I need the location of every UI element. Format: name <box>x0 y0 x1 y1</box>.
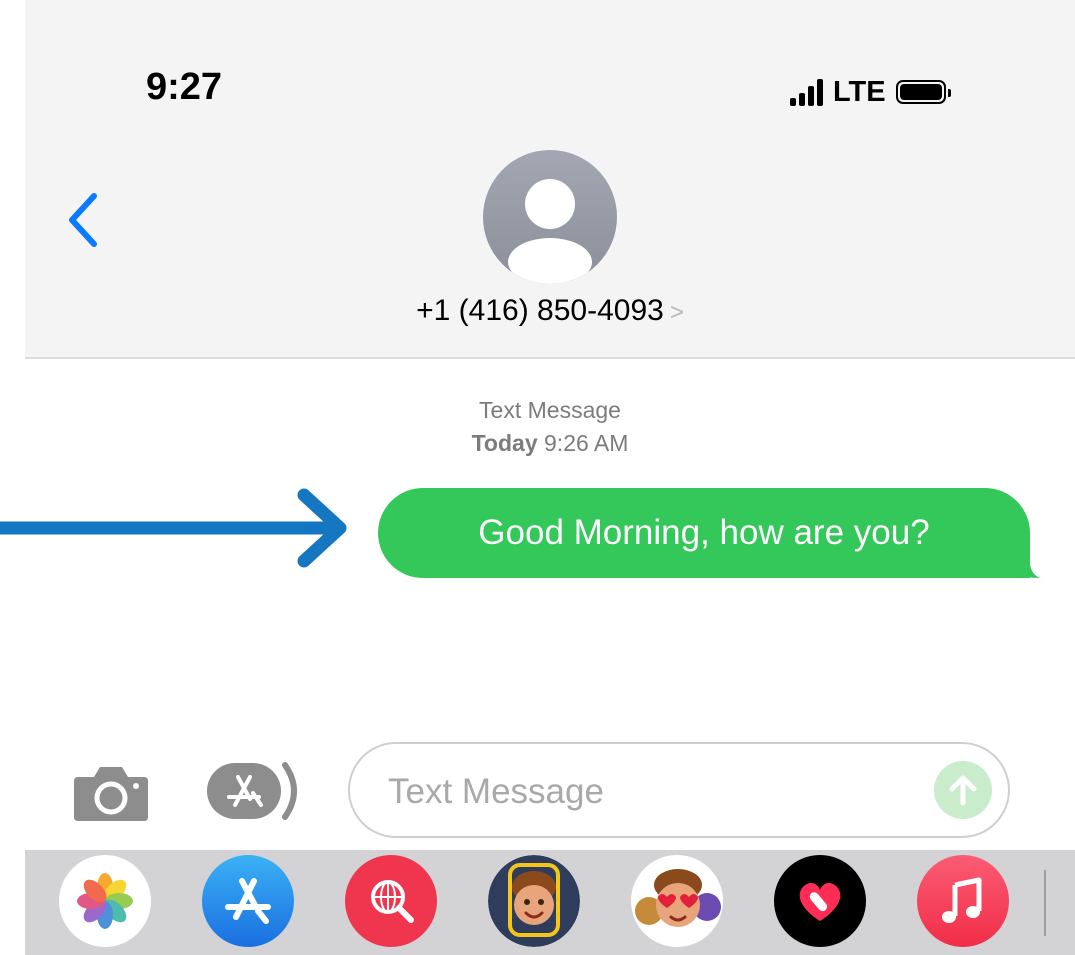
back-button[interactable] <box>64 190 104 250</box>
music-app-button[interactable] <box>917 855 1009 947</box>
message-text: Good Morning, how are you? <box>478 513 930 552</box>
timestamp-time: 9:26 AM <box>544 430 629 456</box>
app-drawer-divider <box>1044 870 1046 936</box>
battery-icon <box>895 80 951 104</box>
globe-search-icon <box>371 880 414 923</box>
heart-touch-icon <box>799 883 841 921</box>
signal-strength-icon <box>790 78 823 106</box>
message-input[interactable] <box>386 764 910 820</box>
app-store-apps-icon <box>207 762 297 820</box>
images-search-app-button[interactable] <box>345 855 437 947</box>
contact-name: +1 (416) 850-4093 <box>416 294 664 327</box>
annotation-arrow-icon <box>0 488 347 568</box>
status-indicators: LTE <box>790 72 951 112</box>
memoji-icon <box>488 855 580 947</box>
apps-button[interactable] <box>205 759 307 823</box>
app-store-app-button[interactable] <box>202 855 294 947</box>
digital-touch-app-button[interactable] <box>774 855 866 947</box>
outgoing-message-bubble[interactable]: Good Morning, how are you? <box>378 488 1030 578</box>
message-timestamp: Today 9:26 AM <box>0 427 1075 460</box>
camera-icon <box>74 767 148 821</box>
timestamp-day: Today <box>471 430 538 456</box>
camera-button[interactable] <box>72 763 150 823</box>
bubble-tail-icon <box>1010 555 1040 578</box>
photos-flower-icon <box>77 873 133 929</box>
animoji-app-button[interactable] <box>631 855 723 947</box>
app-store-icon <box>225 878 271 924</box>
person-placeholder-icon <box>508 179 592 284</box>
chevron-left-icon <box>69 193 97 247</box>
service-label: Text Message <box>479 397 621 423</box>
chevron-right-icon: > <box>669 299 684 326</box>
status-time: 9:27 <box>146 66 223 108</box>
arrow-up-icon <box>949 775 977 806</box>
contact-avatar[interactable] <box>483 150 617 284</box>
network-type-label: LTE <box>833 75 886 108</box>
contact-name-button[interactable]: +1 (416) 850-4093 > <box>0 294 1075 328</box>
send-button[interactable] <box>934 761 992 819</box>
message-compose-field[interactable] <box>348 742 1010 838</box>
music-note-icon <box>942 877 982 923</box>
animoji-heart-eyes-icon <box>635 869 721 927</box>
thread-metadata: Text Message Today 9:26 AM <box>0 394 1075 460</box>
photos-app-button[interactable] <box>59 855 151 947</box>
memoji-stickers-app-button[interactable] <box>488 855 580 947</box>
